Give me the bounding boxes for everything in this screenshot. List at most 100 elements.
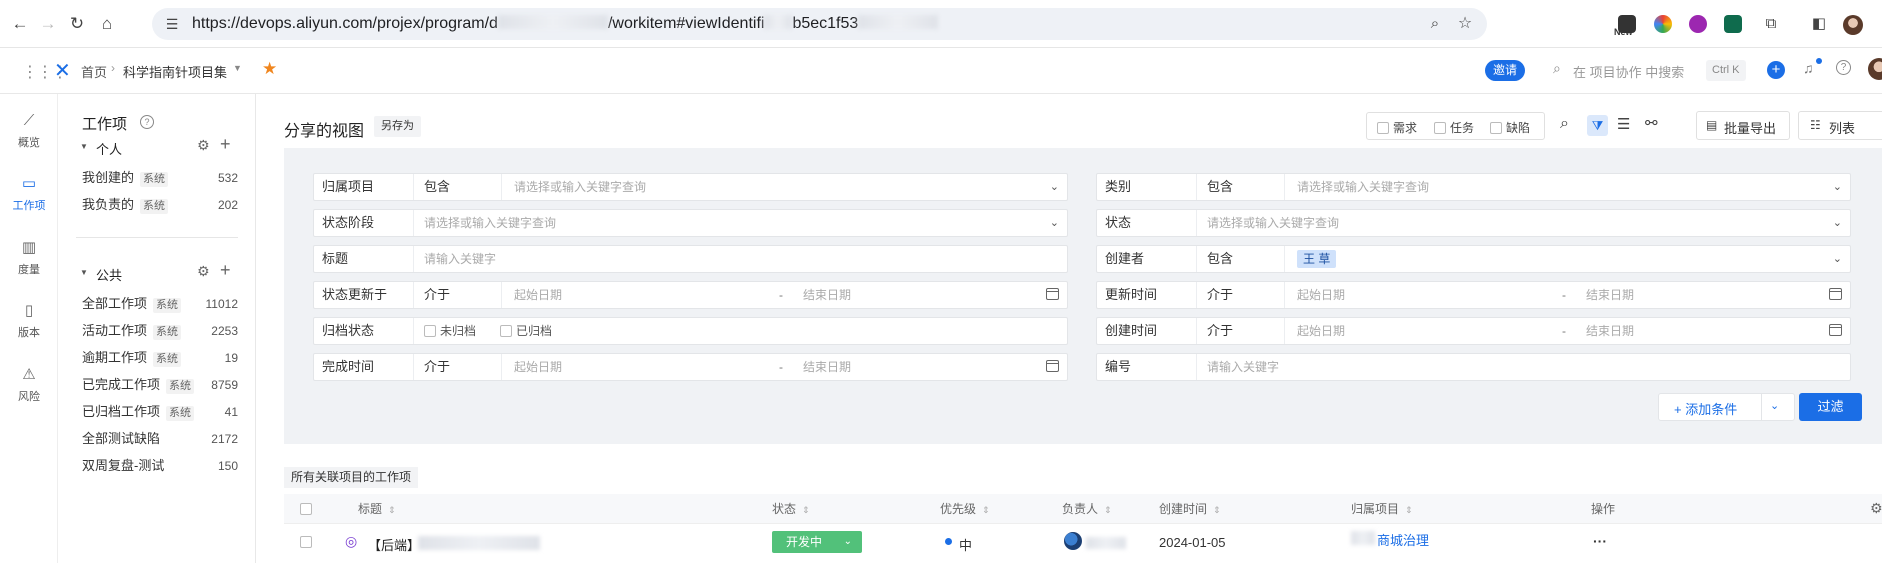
calendar-icon[interactable] [1829,324,1842,336]
filter-input[interactable]: 请选择或输入关键字查询 [1207,210,1339,236]
help-icon[interactable]: ? [140,115,154,129]
filter-input[interactable]: 请输入关键字 [1207,354,1279,380]
sort-icon[interactable]: ⇕ [1405,505,1413,515]
collapse-personal-icon[interactable]: ▼ [80,142,88,151]
search-icon[interactable]: ⌕ [1560,115,1569,133]
invite-button[interactable]: 邀请 [1485,60,1525,81]
sort-icon[interactable]: ⇕ [388,505,396,515]
sidebar-item-archived[interactable]: 已归档工作项 系统 41 [82,401,238,423]
checkbox[interactable] [424,325,436,337]
calendar-icon[interactable] [1046,360,1059,372]
address-bar[interactable]: ☰ https://devops.aliyun.com/projex/progr… [152,8,1487,40]
filter-input[interactable]: 请输入关键字 [424,246,496,272]
breadcrumb-home[interactable]: 首页 [81,62,107,81]
section-personal-title[interactable]: 个人 [96,139,122,158]
filter-status[interactable]: 状态 请选择或输入关键字查询 ⌄ [1096,209,1851,237]
help-icon[interactable]: ? [1836,60,1851,75]
filter-completed-time[interactable]: 完成时间 介于 起始日期 - 结束日期 [313,353,1068,381]
tree-view-icon[interactable]: ☰ [1617,115,1630,133]
column-header-priority[interactable]: 优先级 ⇕ [940,500,990,519]
create-plus-icon[interactable]: + [1767,61,1785,79]
view-mode-select[interactable]: ☷ 列表 [1798,111,1882,140]
status-badge[interactable]: 开发中 ⌄ [772,531,862,553]
filter-creator[interactable]: 创建者 包含 王 草 ⌄ [1096,245,1851,273]
settings-gear-icon[interactable]: ⚙ [197,263,210,280]
site-info-icon[interactable]: ☰ [162,14,182,34]
rail-item-versions[interactable]: ▯ 版本 [0,302,58,340]
filter-operator[interactable]: 包含 [414,174,502,200]
sidebar-item-test-defects[interactable]: 全部测试缺陷 2172 [82,428,238,450]
type-filter-task[interactable]: 任务 [1434,119,1474,136]
sidebar-item-assigned[interactable]: 我负责的 系统 202 [82,194,238,216]
archive-option-unarchived[interactable]: 未归档 [424,318,476,344]
filter-status-updated[interactable]: 状态更新于 介于 起始日期 - 结束日期 [313,281,1068,309]
sidebar-item-biweekly[interactable]: 双周复盘-测试 150 [82,455,238,477]
end-date-input[interactable]: 结束日期 [1586,282,1634,308]
end-date-input[interactable]: 结束日期 [1586,318,1634,344]
start-date-input[interactable]: 起始日期 [514,282,562,308]
settings-gear-icon[interactable]: ⚙ [197,137,210,154]
filter-operator[interactable]: 介于 [1197,282,1285,308]
filter-operator[interactable]: 介于 [1197,318,1285,344]
filter-input[interactable]: 请选择或输入关键字查询 [1297,174,1429,200]
filter-input[interactable]: 请选择或输入关键字查询 [424,210,556,236]
add-view-icon[interactable]: + [220,134,231,155]
end-date-input[interactable]: 结束日期 [803,354,851,380]
filter-number[interactable]: 编号 请输入关键字 [1096,353,1851,381]
chevron-down-icon[interactable]: ▼ [233,63,242,73]
breadcrumb-project-set[interactable]: 科学指南针项目集 [123,62,227,81]
save-as-button[interactable]: 另存为 [374,116,421,137]
chevron-down-icon[interactable]: ⌄ [1050,174,1059,200]
checkbox[interactable] [1377,122,1389,134]
column-settings-gear-icon[interactable]: ⚙ [1870,500,1882,517]
filter-funnel-icon[interactable]: ⧩ [1587,115,1608,136]
filter-updated-time[interactable]: 更新时间 介于 起始日期 - 结束日期 [1096,281,1851,309]
start-date-input[interactable]: 起始日期 [514,354,562,380]
archive-option-archived[interactable]: 已归档 [500,318,552,344]
row-checkbox[interactable] [300,536,312,548]
filter-operator[interactable]: 介于 [414,282,502,308]
filter-created-time[interactable]: 创建时间 介于 起始日期 - 结束日期 [1096,317,1851,345]
chevron-down-icon[interactable]: ⌄ [1833,246,1842,272]
filter-operator[interactable]: 包含 [1197,174,1285,200]
filter-operator[interactable]: 包含 [1197,246,1285,272]
sort-icon[interactable]: ⇕ [1104,505,1112,515]
extension-green-icon[interactable] [1724,15,1742,33]
rail-item-workitems[interactable]: ▭ 工作项 [0,175,58,213]
apply-filter-button[interactable]: 过滤 [1799,393,1862,421]
calendar-icon[interactable] [1829,288,1842,300]
row-project-link[interactable]: 商城治理 [1377,530,1429,549]
checkbox[interactable] [1490,122,1502,134]
assignee-avatar[interactable] [1064,532,1082,550]
filter-input[interactable]: 请选择或输入关键字查询 [514,174,646,200]
global-search-input[interactable]: 在 项目协作 中搜索 [1573,62,1703,81]
column-header-assignee[interactable]: 负责人 ⇕ [1062,500,1112,519]
notification-bell-icon[interactable]: ♫ [1803,60,1814,76]
chevron-down-icon[interactable]: ⌄ [1050,210,1059,236]
rail-item-risk[interactable]: ⚠ 风险 [0,366,58,404]
row-priority[interactable]: 中 [959,535,972,554]
sort-icon[interactable]: ⇕ [982,505,990,515]
filter-stage[interactable]: 状态阶段 请选择或输入关键字查询 ⌄ [313,209,1068,237]
type-filter-requirement[interactable]: 需求 [1377,119,1417,136]
filter-operator[interactable]: 介于 [414,354,502,380]
add-condition-button[interactable]: + 添加条件 [1674,399,1737,418]
batch-export-button[interactable]: ▤ 批量导出 [1696,111,1790,140]
logo-icon[interactable]: ✕ [54,58,71,83]
collapse-public-icon[interactable]: ▼ [80,268,88,277]
more-actions-icon[interactable]: ··· [1593,533,1607,549]
sort-icon[interactable]: ⇕ [1213,505,1221,515]
bookmark-star-icon[interactable]: ☆ [1455,14,1475,34]
favorite-star-icon[interactable]: ★ [262,59,277,79]
chevron-down-icon[interactable]: ⌄ [1833,174,1842,200]
filter-project[interactable]: 归属项目 包含 请选择或输入关键字查询 ⌄ [313,173,1068,201]
add-view-icon[interactable]: + [220,260,231,281]
filter-category[interactable]: 类别 包含 请选择或输入关键字查询 ⌄ [1096,173,1851,201]
checkbox[interactable] [1434,122,1446,134]
home-icon[interactable]: ⌂ [97,14,117,34]
extension-color-icon[interactable] [1654,15,1672,33]
extension-purple-icon[interactable] [1689,15,1707,33]
sidebar-item-done[interactable]: 已完成工作项 系统 8759 [82,374,238,396]
filter-title[interactable]: 标题 请输入关键字 [313,245,1068,273]
chevron-down-icon[interactable]: ⌄ [1770,399,1779,412]
